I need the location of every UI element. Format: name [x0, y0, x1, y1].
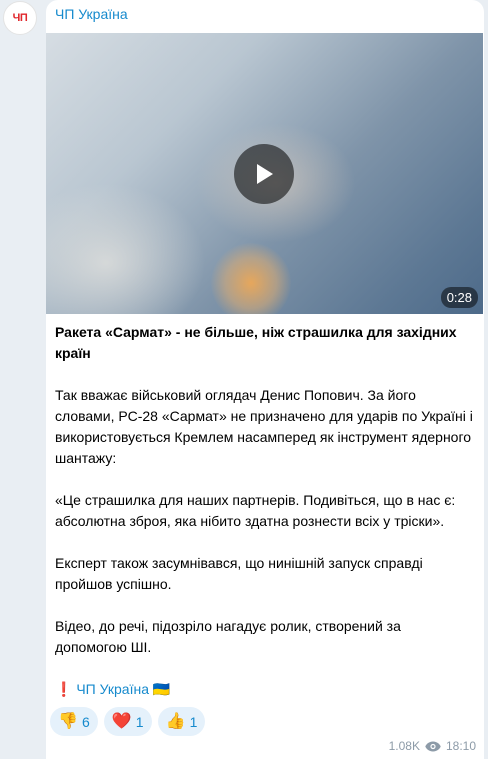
channel-name-link[interactable]: ЧП Україна: [55, 6, 128, 22]
play-icon: [257, 164, 273, 184]
message-time: 18:10: [445, 739, 476, 753]
eye-icon: [425, 741, 441, 751]
post-paragraph: Відео, до речі, підозріло нагадує ролик,…: [55, 618, 401, 655]
post-paragraph: «Це страшилка для наших партнерів. Подив…: [55, 492, 456, 529]
message-meta: 1.08K 18:10: [389, 739, 476, 753]
play-button[interactable]: [234, 144, 294, 204]
thumbs-down-icon: 👎: [58, 712, 78, 730]
channel-avatar[interactable]: ЧП: [3, 1, 37, 35]
heart-icon: ❤️: [111, 712, 132, 730]
reaction-count: 1: [189, 713, 198, 730]
exclamation-icon: ❗: [55, 681, 73, 697]
ukraine-flag-icon: 🇺🇦: [152, 681, 171, 697]
channel-avatar-text: ЧП: [12, 12, 28, 24]
message-text: Ракета «Сармат» - не більше, ніж страшил…: [55, 322, 475, 721]
view-count: 1.08K: [388, 739, 420, 753]
post-paragraph: Експерт також засумнівався, що нинішній …: [55, 555, 423, 592]
signature-link[interactable]: ЧП Україна: [76, 681, 149, 697]
reaction-thumbs-down[interactable]: 👎 6: [50, 707, 98, 736]
post-paragraph: Так вважає військовий оглядач Денис Попо…: [55, 387, 473, 466]
reaction-count: 1: [135, 713, 144, 730]
video-blur: [211, 243, 291, 314]
video-duration: 0:28: [440, 287, 478, 308]
video-blur: [46, 183, 206, 314]
reaction-heart[interactable]: ❤️ 1: [103, 707, 152, 736]
message-bubble: ЧП Україна 0:28 Ракета «Сармат» - не біл…: [46, 0, 484, 759]
thumbs-up-icon: 👍: [165, 712, 186, 730]
reaction-count: 6: [82, 713, 90, 730]
reactions-bar: 👎 6 ❤️ 1 👍 1: [50, 707, 206, 736]
post-signature: ❗ ЧП Україна 🇺🇦: [55, 679, 475, 700]
reaction-thumbs-up[interactable]: 👍 1: [157, 707, 206, 736]
post-title: Ракета «Сармат» - не більше, ніж страшил…: [55, 324, 457, 361]
video-preview[interactable]: 0:28: [46, 33, 483, 314]
